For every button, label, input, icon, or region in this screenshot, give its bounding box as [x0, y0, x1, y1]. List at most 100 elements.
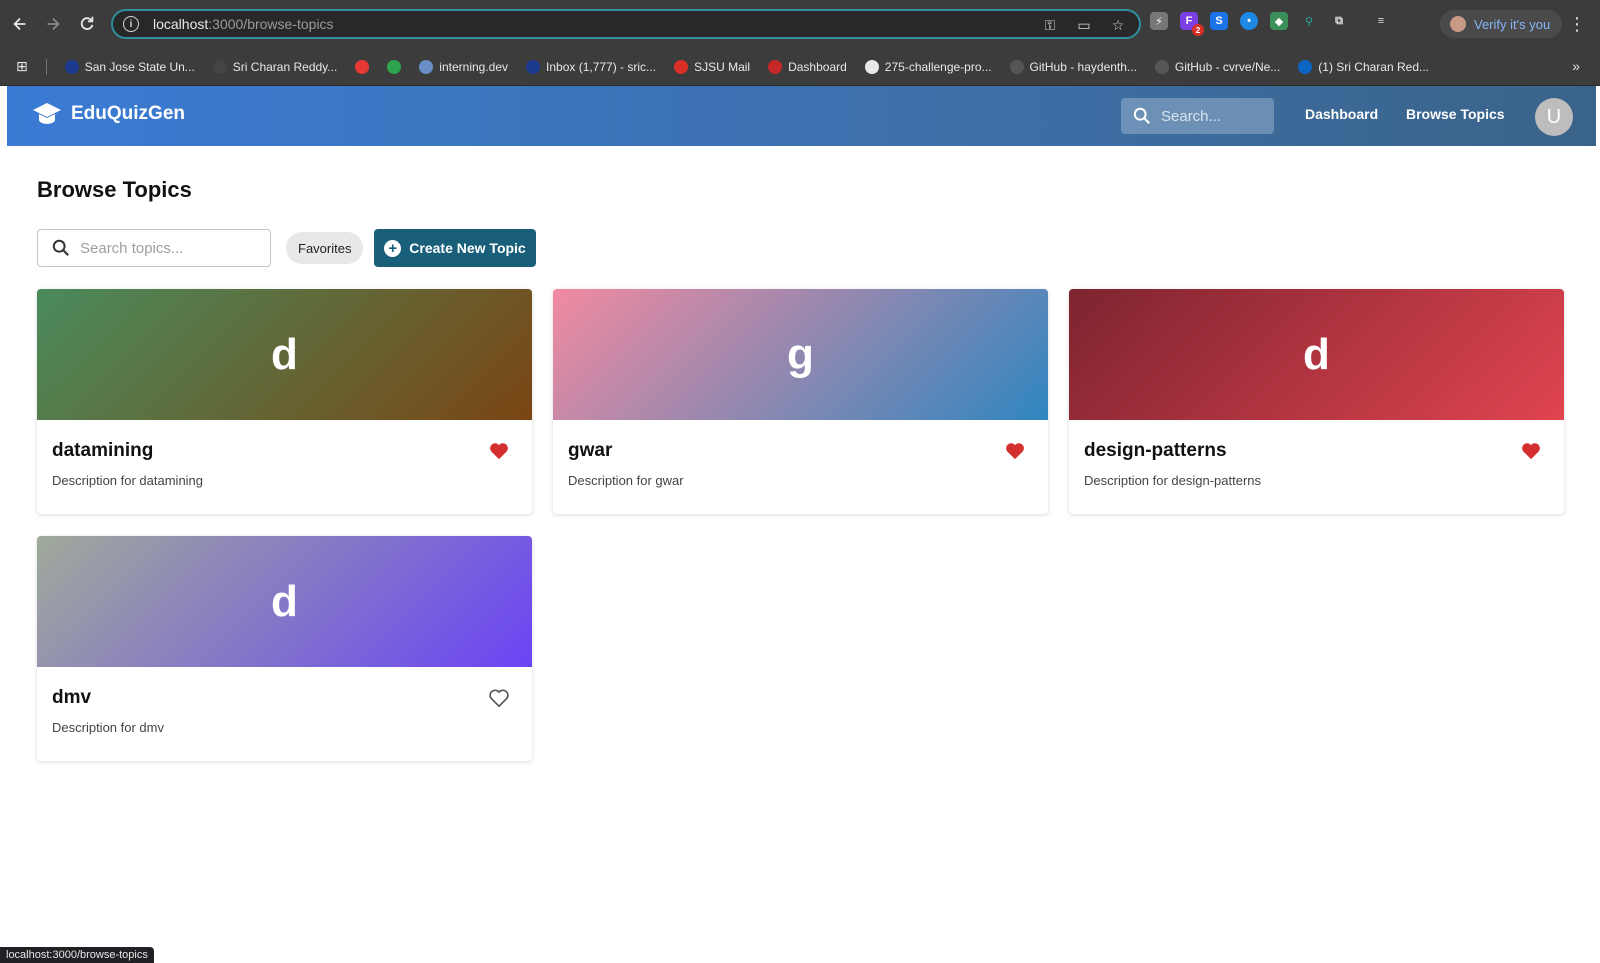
status-bar: localhost:3000/browse-topics: [0, 947, 154, 963]
bookmark-label: GitHub - haydenth...: [1029, 59, 1137, 74]
topic-description: Description for dmv: [52, 720, 164, 735]
topic-banner: d: [37, 536, 532, 667]
brand-logo[interactable]: EduQuizGen: [31, 100, 185, 128]
bookmark-label: San Jose State Un...: [84, 59, 195, 74]
topic-description: Description for design-patterns: [1084, 473, 1262, 488]
bookmark-item[interactable]: Inbox (1,777) - sric...: [526, 59, 657, 74]
topic-title: dmv: [52, 687, 92, 708]
create-topic-button[interactable]: + Create New Topic: [374, 229, 536, 267]
bookmark-item[interactable]: GitHub - haydenth...: [1009, 59, 1137, 74]
apps-grid-icon[interactable]: ⊞: [16, 58, 28, 75]
bookmarks-bar: ⊞ San Jose State Un... Sri Charan Reddy..…: [0, 48, 1600, 86]
extension-icon[interactable]: ◆: [1270, 12, 1288, 30]
extension-icon[interactable]: S: [1210, 12, 1228, 30]
nav-dashboard[interactable]: Dashboard: [1305, 106, 1378, 122]
bookmark-favicon-icon: [387, 59, 402, 74]
password-key-icon[interactable]: ⚿: [1041, 16, 1059, 34]
nav-browse-topics[interactable]: Browse Topics: [1406, 106, 1505, 122]
create-topic-label: Create New Topic: [409, 240, 526, 256]
extension-icon[interactable]: •: [1240, 12, 1258, 30]
verify-label: Verify it's you: [1474, 16, 1551, 32]
bookmark-favicon-icon: [212, 59, 227, 74]
topic-card[interactable]: d design-patterns Description for design-p…: [1069, 289, 1564, 514]
bookmark-label: interning.dev: [439, 59, 509, 74]
bookmark-item[interactable]: GitHub - cvrve/Ne...: [1154, 59, 1280, 74]
bookmark-item[interactable]: [387, 59, 402, 74]
topic-title: gwar: [568, 440, 613, 461]
topic-card[interactable]: g gwar Description for gwar: [553, 289, 1048, 514]
bookmark-favicon-icon: [1009, 59, 1024, 74]
topic-search[interactable]: [37, 229, 271, 267]
browser-toolbar: i localhost:3000/browse-topics ⚿ ▭ ☆ ⚡ F…: [0, 0, 1600, 48]
search-icon: [52, 239, 69, 256]
graduation-cap-icon: [33, 103, 61, 124]
extension-icon[interactable]: F2: [1180, 12, 1204, 36]
search-icon: [1133, 107, 1150, 124]
bookmark-favicon-icon: [526, 59, 541, 74]
topic-card[interactable]: d datamining Description for datamining: [37, 289, 532, 514]
extension-icon[interactable]: ⚡: [1150, 12, 1168, 30]
bookmark-favicon-icon: [419, 59, 434, 74]
bookmark-item[interactable]: Dashboard: [768, 59, 847, 74]
topic-title: datamining: [52, 440, 154, 461]
bookmark-label: Sri Charan Reddy...: [232, 59, 338, 74]
bookmark-item[interactable]: SJSU Mail: [674, 59, 751, 74]
profile-avatar-icon: [1450, 16, 1466, 32]
bookmark-label: Inbox (1,777) - sric...: [546, 59, 657, 74]
browser-menu-icon[interactable]: ⋮: [1568, 14, 1586, 35]
topic-search-input[interactable]: [80, 239, 260, 257]
forward-icon[interactable]: [38, 9, 68, 39]
bookmark-favicon-icon: [1154, 59, 1169, 74]
bookmark-item[interactable]: [355, 59, 370, 74]
reload-icon[interactable]: [72, 9, 102, 39]
heart-filled-icon[interactable]: [1520, 441, 1542, 461]
user-avatar[interactable]: U: [1535, 98, 1573, 136]
back-icon[interactable]: [5, 9, 35, 39]
topic-banner: d: [37, 289, 532, 420]
bookmark-favicon-icon: [1298, 59, 1313, 74]
bookmark-label: 275-challenge-pro...: [884, 59, 992, 74]
bookmark-item[interactable]: interning.dev: [419, 59, 509, 74]
heart-filled-icon[interactable]: [488, 441, 510, 461]
topic-title: design-patterns: [1084, 440, 1227, 461]
favorites-filter-button[interactable]: Favorites: [286, 232, 364, 264]
cast-icon[interactable]: ▭: [1075, 16, 1093, 34]
bookmark-label: Dashboard: [788, 59, 847, 74]
search-extension-icon[interactable]: ⚲: [1300, 12, 1318, 30]
bookmark-label: SJSU Mail: [694, 59, 751, 74]
url-text: localhost:3000/browse-topics: [153, 16, 334, 32]
bookmark-favicon-icon: [64, 59, 79, 74]
bookmark-list: San Jose State Un... Sri Charan Reddy... i…: [64, 59, 1429, 74]
plus-circle-icon: +: [384, 239, 402, 257]
topic-banner: g: [553, 289, 1048, 420]
bookmark-favicon-icon: [355, 59, 370, 74]
bookmark-favicon-icon: [864, 59, 879, 74]
heart-outline-icon[interactable]: [488, 688, 510, 708]
heart-filled-icon[interactable]: [1004, 441, 1026, 461]
profile-verify-button[interactable]: Verify it's you: [1440, 10, 1563, 38]
topic-banner: d: [1069, 289, 1564, 420]
bookmarks-divider: [45, 58, 47, 75]
bookmark-item[interactable]: San Jose State Un...: [64, 59, 195, 74]
topic-card[interactable]: d dmv Description for dmv: [37, 536, 532, 761]
bookmark-label: (1) Sri Charan Red...: [1318, 59, 1429, 74]
more-bookmarks-icon[interactable]: »: [1572, 58, 1580, 74]
reading-list-icon[interactable]: ≡: [1372, 12, 1390, 30]
brand-name: EduQuizGen: [71, 103, 185, 124]
topic-description: Description for datamining: [52, 473, 204, 488]
bookmark-star-icon[interactable]: ☆: [1109, 16, 1127, 34]
topic-description: Description for gwar: [568, 473, 684, 488]
site-info-icon[interactable]: i: [123, 16, 139, 32]
puzzle-extensions-icon[interactable]: ⧉: [1330, 12, 1348, 30]
bookmark-favicon-icon: [674, 59, 689, 74]
page-title: Browse Topics: [37, 177, 192, 202]
bookmark-item[interactable]: (1) Sri Charan Red...: [1298, 59, 1429, 74]
bookmark-item[interactable]: 275-challenge-pro...: [864, 59, 992, 74]
header-search[interactable]: [1121, 98, 1274, 134]
extension-badge: 2: [1192, 24, 1204, 36]
bookmark-item[interactable]: Sri Charan Reddy...: [212, 59, 338, 74]
address-bar[interactable]: i localhost:3000/browse-topics ⚿ ▭ ☆: [111, 9, 1141, 39]
app-header: EduQuizGen Dashboard Browse Topics U: [7, 86, 1596, 146]
header-search-input[interactable]: [1161, 107, 1271, 125]
bookmark-favicon-icon: [768, 59, 783, 74]
